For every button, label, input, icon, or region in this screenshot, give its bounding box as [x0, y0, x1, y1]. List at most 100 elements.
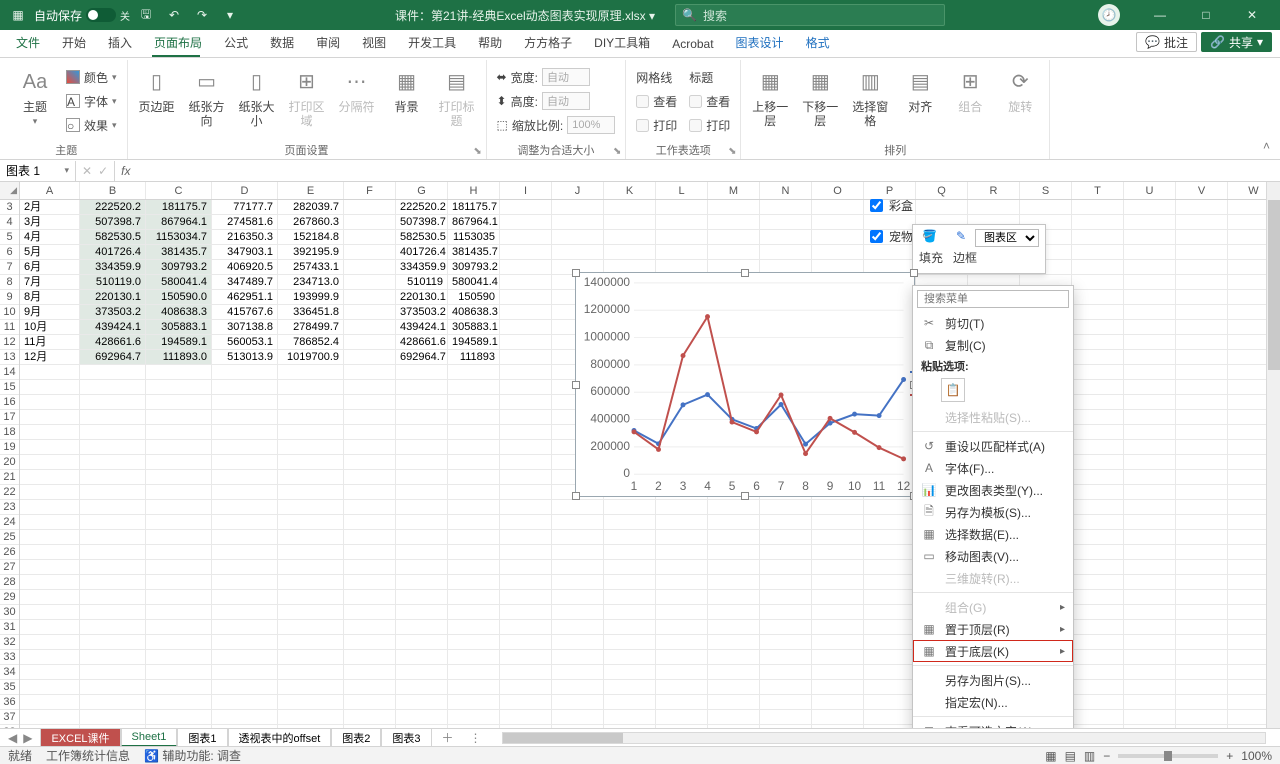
cell[interactable]	[278, 635, 344, 649]
cell[interactable]	[448, 425, 500, 439]
cell[interactable]	[212, 410, 278, 424]
cell[interactable]	[212, 530, 278, 544]
cell[interactable]	[448, 710, 500, 724]
cell[interactable]	[500, 650, 552, 664]
cell[interactable]	[80, 470, 146, 484]
cell[interactable]	[146, 695, 212, 709]
cell[interactable]	[812, 545, 864, 559]
cell[interactable]: 257433.1	[278, 260, 344, 274]
chart-handle[interactable]	[572, 269, 580, 277]
cell[interactable]	[1072, 335, 1124, 349]
cell[interactable]	[500, 545, 552, 559]
cell[interactable]	[500, 440, 552, 454]
page-setup-launcher[interactable]: ⬊	[472, 145, 484, 157]
cell[interactable]	[864, 545, 916, 559]
row-header[interactable]: 33	[0, 650, 19, 665]
align-button[interactable]: ▤对齐	[897, 62, 943, 114]
cell[interactable]	[1176, 530, 1228, 544]
ctx-move-chart[interactable]: ▭移动图表(V)...	[913, 545, 1073, 567]
cell[interactable]	[1124, 470, 1176, 484]
cell[interactable]	[1176, 215, 1228, 229]
cell[interactable]	[760, 590, 812, 604]
cell[interactable]	[656, 245, 708, 259]
cell[interactable]	[1176, 470, 1228, 484]
cell[interactable]	[760, 500, 812, 514]
cell[interactable]	[1124, 665, 1176, 679]
cell[interactable]	[656, 545, 708, 559]
cell[interactable]	[448, 605, 500, 619]
cell[interactable]	[1124, 695, 1176, 709]
col-header[interactable]: F	[344, 182, 396, 199]
cell[interactable]	[1176, 260, 1228, 274]
cell[interactable]	[212, 560, 278, 574]
cell[interactable]: 692964.7	[396, 350, 448, 364]
tab-home[interactable]: 开始	[52, 29, 96, 57]
cell[interactable]	[396, 545, 448, 559]
cell[interactable]: 307138.8	[212, 320, 278, 334]
cell[interactable]	[278, 665, 344, 679]
col-header[interactable]: V	[1176, 182, 1228, 199]
cell[interactable]	[212, 575, 278, 589]
row-header[interactable]: 22	[0, 485, 19, 500]
cell[interactable]	[656, 650, 708, 664]
cell[interactable]	[80, 635, 146, 649]
cell[interactable]	[708, 635, 760, 649]
cell[interactable]	[1124, 245, 1176, 259]
cell[interactable]	[146, 665, 212, 679]
cell[interactable]	[864, 605, 916, 619]
cell[interactable]	[760, 650, 812, 664]
cell[interactable]	[1124, 320, 1176, 334]
cell[interactable]	[344, 440, 396, 454]
cell[interactable]	[604, 620, 656, 634]
cell[interactable]	[552, 230, 604, 244]
cell[interactable]	[344, 485, 396, 499]
cell[interactable]	[80, 650, 146, 664]
cell[interactable]	[396, 410, 448, 424]
cell[interactable]	[500, 215, 552, 229]
cell[interactable]: 786852.4	[278, 335, 344, 349]
cell[interactable]	[212, 620, 278, 634]
cell[interactable]	[344, 380, 396, 394]
cell[interactable]	[1124, 560, 1176, 574]
col-header[interactable]: C	[146, 182, 212, 199]
row-header[interactable]: 5	[0, 230, 19, 245]
cell[interactable]	[448, 530, 500, 544]
cell[interactable]	[708, 620, 760, 634]
cell[interactable]: 220130.1	[80, 290, 146, 304]
cell[interactable]: 507398.7	[80, 215, 146, 229]
cell[interactable]	[500, 710, 552, 724]
cell[interactable]	[20, 530, 80, 544]
cell[interactable]	[212, 710, 278, 724]
chart-element-select[interactable]: 图表区	[975, 229, 1039, 247]
name-box[interactable]: 图表 1▾	[0, 161, 76, 181]
col-header[interactable]: B	[80, 182, 146, 199]
cell[interactable]	[80, 560, 146, 574]
view-layout-icon[interactable]: ▤	[1065, 749, 1076, 763]
cell[interactable]	[344, 395, 396, 409]
cell[interactable]	[212, 650, 278, 664]
cell[interactable]	[1072, 200, 1124, 214]
cell[interactable]	[864, 620, 916, 634]
close-button[interactable]: ✕	[1230, 0, 1274, 30]
cell[interactable]	[1124, 620, 1176, 634]
ctx-cut[interactable]: ✂剪切(T)	[913, 312, 1073, 334]
cell[interactable]	[20, 605, 80, 619]
cell[interactable]	[80, 665, 146, 679]
cell[interactable]	[1124, 395, 1176, 409]
cell[interactable]	[344, 590, 396, 604]
cell[interactable]: 336451.8	[278, 305, 344, 319]
cell[interactable]	[278, 515, 344, 529]
tab-help[interactable]: 帮助	[468, 29, 512, 57]
cell[interactable]	[278, 425, 344, 439]
cell[interactable]	[80, 575, 146, 589]
cell[interactable]	[212, 470, 278, 484]
cell[interactable]	[500, 245, 552, 259]
cell[interactable]	[1124, 605, 1176, 619]
row-header[interactable]: 13	[0, 350, 19, 365]
cell[interactable]	[1072, 605, 1124, 619]
cell[interactable]	[448, 365, 500, 379]
sheet-tab-5[interactable]: 图表2	[331, 729, 381, 747]
sheet-tab-2[interactable]: Sheet1	[121, 729, 178, 747]
cell[interactable]	[1124, 305, 1176, 319]
cell[interactable]	[604, 665, 656, 679]
